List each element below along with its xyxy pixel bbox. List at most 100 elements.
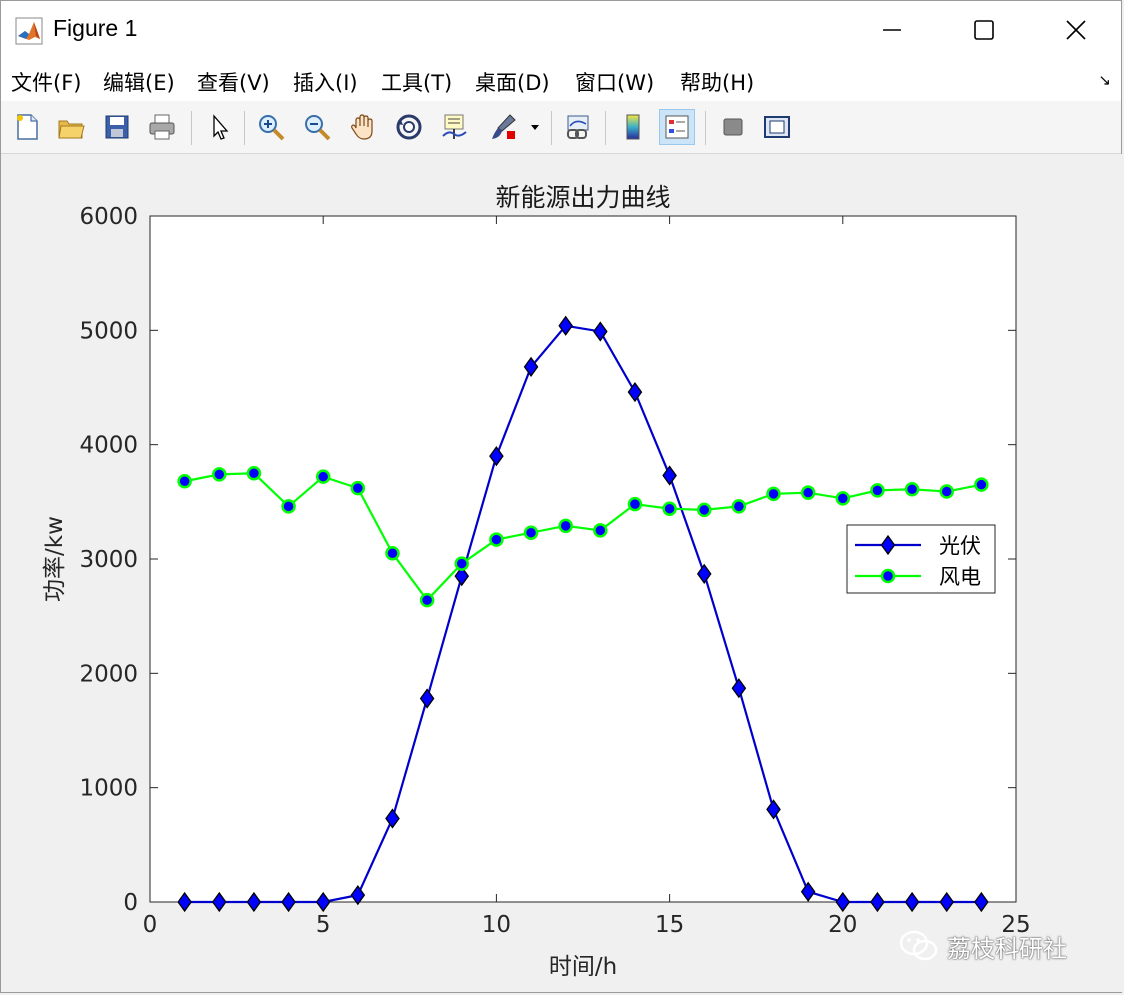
- chart-title: 新能源出力曲线: [495, 183, 670, 212]
- data-cursor-button[interactable]: [436, 109, 472, 145]
- menu-view[interactable]: 查看(V): [197, 67, 270, 97]
- wind-series-point: [696, 502, 712, 518]
- x-tick-label: 20: [828, 912, 857, 938]
- wind-series-point: [870, 483, 885, 498]
- wind-series-point: [315, 469, 331, 484]
- pan-icon: [351, 114, 373, 140]
- window-title: Figure 1: [53, 15, 138, 41]
- y-tick-label: 0: [123, 890, 138, 916]
- matlab-logo-icon: [15, 17, 43, 45]
- pan-button[interactable]: [345, 109, 381, 145]
- y-tick-label: 2000: [79, 661, 138, 687]
- y-tick-label: 1000: [79, 776, 138, 802]
- rotate-3d-button[interactable]: [391, 109, 427, 145]
- menu-file[interactable]: 文件(F): [11, 67, 81, 97]
- zoom-in-icon: [259, 115, 285, 141]
- insert-colorbar-button[interactable]: [615, 109, 651, 145]
- toolbar: [1, 101, 1121, 154]
- wind-series-point: [974, 477, 989, 492]
- y-tick-label: 3000: [79, 547, 138, 573]
- print-icon: [149, 114, 175, 140]
- wind-series-point: [454, 556, 470, 571]
- x-tick-label: 15: [655, 912, 684, 938]
- open-file-icon: [58, 120, 85, 139]
- line-chart: 0 5 10 15 20 250100020003000400050006000 新能源出…: [42, 183, 1031, 980]
- link-plot-button[interactable]: [561, 109, 597, 145]
- x-tick-label: 10: [482, 912, 511, 938]
- wind-series-point: [350, 480, 366, 496]
- wind-series-point: [523, 525, 539, 540]
- print-button[interactable]: [144, 109, 180, 145]
- wind-series-point: [627, 496, 643, 512]
- x-tick-label: 5: [316, 912, 331, 938]
- legend-icon: [665, 115, 689, 139]
- minimize-icon: [883, 29, 901, 31]
- toolbar-separator: [705, 111, 706, 145]
- new-figure-button[interactable]: [9, 109, 45, 145]
- menu-help[interactable]: 帮助(H): [680, 67, 754, 97]
- wind-series-point: [939, 484, 954, 499]
- pointer-icon: [213, 114, 229, 140]
- maximize-button[interactable]: [938, 1, 1030, 59]
- save-button[interactable]: [99, 109, 135, 145]
- wind-series-point: [800, 485, 816, 500]
- toolbar-separator: [605, 111, 606, 145]
- insert-legend-button[interactable]: [659, 109, 695, 145]
- menu-desktop[interactable]: 桌面(D): [475, 67, 550, 97]
- wind-series-point: [731, 499, 747, 514]
- legend[interactable]: 光伏风电: [846, 524, 996, 594]
- y-axis-label: 功率/kw: [42, 516, 68, 602]
- zoom-out-button[interactable]: [299, 109, 335, 145]
- menu-window[interactable]: 窗口(W): [575, 67, 654, 97]
- figure-canvas: 0 5 10 15 20 25 0 1000 2000 3000 4000 5000 6000 新能源出…: [2, 154, 1122, 992]
- brush-dropdown-button[interactable]: [525, 109, 545, 145]
- brush-icon: [492, 114, 516, 139]
- close-icon: [1066, 20, 1086, 40]
- wind-series-point: [904, 482, 920, 497]
- watermark: 荔枝科研社: [899, 926, 1067, 966]
- pointer-button[interactable]: [201, 109, 237, 145]
- wind-series-point: [385, 546, 400, 561]
- menu-bar: 文件(F) 编辑(E) 查看(V) 插入(I) 工具(T) 桌面(D) 窗口(W…: [1, 59, 1121, 102]
- wind-series-point: [212, 467, 227, 482]
- figure-window: Figure 1 文件(F) 编辑(E) 查看(V) 插入(I) 工具(T) 桌…: [0, 0, 1122, 993]
- legend-wind-point: [880, 568, 896, 584]
- wind-series-point: [246, 466, 262, 481]
- show-plot-tools-icon: [764, 116, 790, 138]
- wechat-icon: [899, 930, 938, 961]
- x-tick-label: 0: [143, 912, 158, 938]
- wind-series-point: [593, 523, 608, 538]
- save-icon: [105, 115, 129, 139]
- wind-series-point: [177, 474, 192, 489]
- x-axis-label: 时间/h: [549, 954, 617, 980]
- menu-tools[interactable]: 工具(T): [381, 67, 452, 97]
- minimize-button[interactable]: [846, 1, 938, 59]
- colorbar-icon: [626, 114, 640, 140]
- legend-wind-label: 风电: [939, 565, 981, 589]
- brush-button[interactable]: [485, 109, 521, 145]
- close-button[interactable]: [1030, 1, 1122, 59]
- legend-pv-label: 光伏: [939, 534, 981, 558]
- wind-series-point: [281, 499, 296, 514]
- y-tick-label: 6000: [79, 204, 138, 230]
- toolbar-separator: [191, 111, 192, 145]
- title-bar: Figure 1: [1, 1, 1121, 59]
- wind-series-point: [766, 486, 781, 502]
- toolbar-separator: [551, 111, 552, 145]
- link-plot-icon: [567, 115, 589, 139]
- wind-series-point: [835, 491, 851, 506]
- maximize-icon: [974, 20, 994, 40]
- menu-edit[interactable]: 编辑(E): [103, 67, 175, 97]
- menu-insert[interactable]: 插入(I): [293, 67, 358, 97]
- data-cursor-icon: [442, 114, 467, 139]
- y-tick-label: 5000: [79, 318, 138, 344]
- new-figure-icon: [17, 114, 38, 140]
- show-plot-tools-button[interactable]: [759, 109, 795, 145]
- open-file-button[interactable]: [53, 109, 89, 145]
- wind-series-point: [489, 532, 504, 547]
- zoom-in-button[interactable]: [253, 109, 289, 145]
- dock-arrow-icon[interactable]: ↘: [1098, 71, 1111, 89]
- zoom-out-icon: [305, 115, 331, 141]
- chevron-down-icon: [531, 125, 539, 130]
- hide-plot-tools-button[interactable]: [715, 109, 751, 145]
